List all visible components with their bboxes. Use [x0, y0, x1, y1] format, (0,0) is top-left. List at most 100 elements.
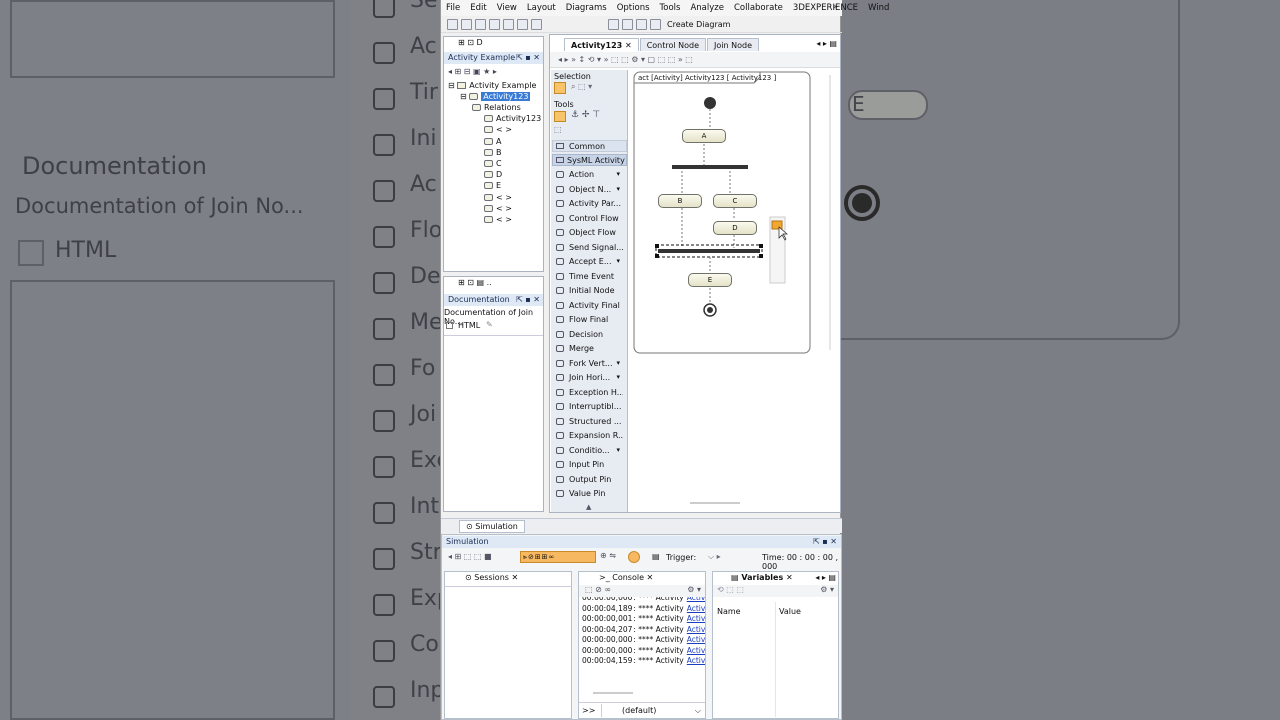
tree-item[interactable]: C [484, 158, 502, 169]
trigger-icon[interactable]: ▤ [652, 552, 660, 561]
trigger-dropdown[interactable]: ⌵ ▸ [708, 552, 721, 562]
diagram-icon[interactable] [636, 18, 647, 30]
console-toolbar[interactable]: ⬚ ⊘ ∞ ⚙ ▾ [579, 585, 705, 597]
clock-icon[interactable] [628, 551, 640, 563]
create-diagram-button[interactable]: Create Diagram [667, 20, 730, 29]
palette-item[interactable]: Object N... ▾ [551, 183, 623, 196]
menu-file[interactable]: File [441, 3, 465, 13]
editor-tab[interactable]: Join Node [707, 38, 760, 51]
dropdown-arrow-icon[interactable]: ▾ [616, 255, 620, 268]
console-link[interactable]: Activit [687, 656, 705, 665]
pointer-tool-icon[interactable] [554, 82, 566, 94]
doc-edit-area[interactable] [444, 335, 543, 511]
tree-item[interactable]: < > [484, 124, 512, 135]
new-icon[interactable] [447, 18, 458, 30]
tree-toolbar[interactable]: ◂ ⊞ ⊟ ▣ ★ ▸ [448, 67, 497, 76]
note-tool-icon[interactable] [554, 111, 566, 122]
console-hscroll[interactable] [593, 692, 633, 694]
create-diagram-icon[interactable] [650, 18, 661, 30]
variables-tab[interactable]: ▤ Variables ✕ [731, 573, 793, 582]
tree-root[interactable]: ⊟ Activity Example [448, 80, 536, 91]
palette-item[interactable]: Decision [551, 328, 623, 341]
extra-tool-icon[interactable]: ⬚ [554, 125, 562, 134]
diagram-toolbar[interactable]: ◂ ▸ » ↕ ⟲ ▾ » ⬚ ⬚ ⚙ ▾ ▢ ⬚ ⬚ » ⬚ [550, 52, 840, 68]
find-icon[interactable] [503, 18, 514, 30]
tree-item[interactable]: Activity123 [484, 113, 541, 124]
sim-step-buttons[interactable]: ⫸⊘⊞⊞∞ [520, 551, 596, 563]
editor-tab[interactable]: Activity123 ✕ [564, 38, 639, 51]
action-a[interactable]: A [682, 129, 726, 143]
palette-scroll-up[interactable]: ▲ [586, 503, 591, 511]
action-c[interactable]: C [713, 194, 757, 208]
tab-nav-icons[interactable]: ◂ ▸ ▤ [816, 39, 837, 48]
print-icon[interactable] [489, 18, 500, 30]
dropdown-arrow-icon[interactable]: ▾ [616, 357, 620, 370]
html-checkbox[interactable] [446, 322, 453, 329]
console-link[interactable]: Activit [687, 604, 705, 613]
palette-item[interactable]: Merge [551, 342, 623, 355]
palette-item[interactable]: Send Signal... [551, 241, 623, 254]
dropdown-arrow-icon[interactable]: ▾ [616, 183, 620, 196]
layout-icon[interactable] [622, 18, 633, 30]
palette-item[interactable]: Structured ... [551, 415, 623, 428]
palette-item[interactable]: Time Event [551, 270, 623, 283]
menu-diagrams[interactable]: Diagrams [561, 3, 612, 13]
tree-item[interactable]: Relations [472, 102, 521, 113]
dropdown-arrow-icon[interactable]: ▾ [616, 371, 620, 384]
console-link[interactable]: Activit [687, 625, 705, 634]
palette-item[interactable]: Activity Par... [551, 197, 623, 210]
menu-view[interactable]: View [492, 3, 522, 13]
menu-layout[interactable]: Layout [522, 3, 561, 13]
palette-sysml-group[interactable]: SysML Activity ... [552, 154, 627, 166]
editor-tab[interactable]: Control Node [639, 38, 707, 51]
sim-extra-buttons[interactable]: ⊕ ⇋ [600, 551, 616, 560]
handle-tr[interactable] [759, 244, 763, 248]
join-node[interactable] [658, 249, 760, 253]
manipulator-flow-icon[interactable] [771, 220, 783, 230]
palette-item[interactable]: Exception H... [551, 386, 623, 399]
console-tab[interactable]: >_ Console ✕ [599, 573, 653, 582]
palette-item[interactable]: Initial Node [551, 284, 623, 297]
console-link[interactable]: Activit [687, 614, 705, 623]
engine-select[interactable]: (default) ⌵ [601, 704, 704, 717]
dropdown-arrow-icon[interactable]: ▾ [616, 444, 620, 457]
palette-item[interactable]: Control Flow [551, 212, 623, 225]
sim-controls[interactable]: ◂ ⊞ ⬚ ⬚ ■ [448, 552, 492, 561]
palette-item[interactable]: Value Pin [551, 487, 623, 500]
handle-bl[interactable] [655, 254, 659, 258]
palette-item[interactable]: Accept E... ▾ [551, 255, 623, 268]
menu-tools[interactable]: Tools [655, 3, 686, 13]
panel-tab-icons[interactable]: ⊞ ⊡ D [458, 38, 483, 47]
tool-icons[interactable]: ⚓ ✢ ⊤ [571, 110, 600, 120]
diagram-canvas[interactable]: act [Activity] Activity123 [ Activity123… [630, 70, 838, 510]
handle-br[interactable] [759, 254, 763, 258]
tree-item[interactable]: < > [484, 214, 512, 225]
variables-toolbar[interactable]: ⟲ ⬚ ⬚ ⚙ ▾ [713, 585, 838, 597]
tree-item[interactable]: < > [484, 192, 512, 203]
palette-item[interactable]: Action ▾ [551, 168, 623, 181]
menu-edit[interactable]: Edit [465, 3, 491, 13]
palette-item[interactable]: Activity Final [551, 299, 623, 312]
action-b[interactable]: B [658, 194, 702, 208]
palette-item[interactable]: Interruptibl... [551, 400, 623, 413]
action-e[interactable]: E [688, 273, 732, 287]
menu-collaborate[interactable]: Collaborate [729, 3, 788, 13]
menu-options[interactable]: Options [612, 3, 655, 13]
tree-item[interactable]: D [484, 169, 502, 180]
sessions-list[interactable] [445, 586, 571, 718]
palette-item[interactable]: Object Flow [551, 226, 623, 239]
tree-item[interactable]: A [484, 136, 501, 147]
redo-icon[interactable] [531, 18, 542, 30]
palette-item[interactable]: Expansion R... [551, 429, 623, 442]
menu-analyze[interactable]: Analyze [685, 3, 729, 13]
palette-item[interactable]: Fork Vert... ▾ [551, 357, 623, 370]
palette-item[interactable]: Output Pin [551, 473, 623, 486]
zoom-tools[interactable]: ⌕ ⬚ ▾ [571, 82, 592, 92]
sessions-tab[interactable]: ⊙ Sessions ✕ [465, 573, 518, 582]
tree-item[interactable]: E [484, 180, 501, 191]
overflow-icon[interactable]: » [833, 2, 838, 11]
menu-wind[interactable]: Wind [863, 3, 894, 13]
tree-item[interactable]: < > [484, 203, 512, 214]
close-icon[interactable]: ✕ [622, 41, 632, 50]
console-link[interactable]: Activit [687, 646, 705, 655]
